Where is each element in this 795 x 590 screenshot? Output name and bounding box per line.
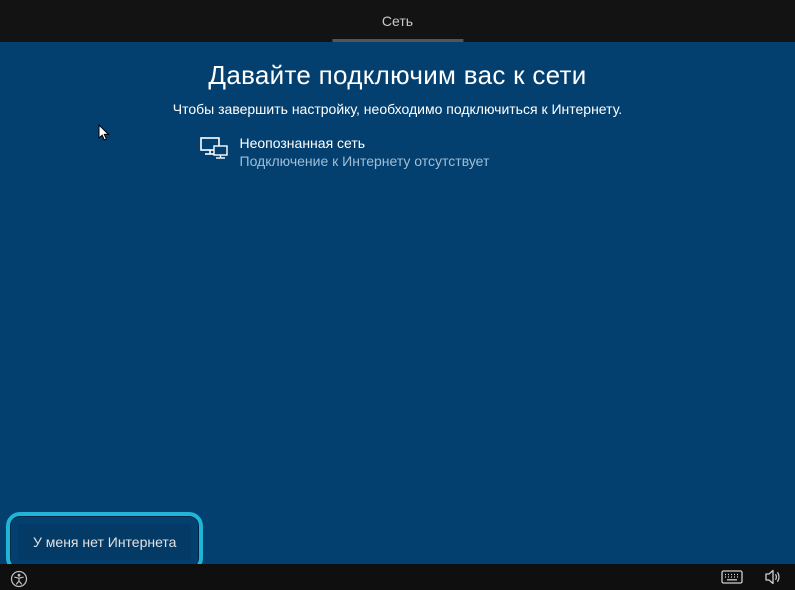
page-subtitle: Чтобы завершить настройку, необходимо по… <box>0 101 795 117</box>
tab-network[interactable]: Сеть <box>332 0 463 42</box>
network-name: Неопознанная сеть <box>240 135 668 151</box>
no-internet-button[interactable]: У меня нет Интернета <box>18 524 191 560</box>
network-status: Подключение к Интернету отсутствует <box>240 153 668 169</box>
page-title: Давайте подключим вас к сети <box>0 60 795 91</box>
network-item[interactable]: Неопознанная сеть Подключение к Интернет… <box>128 135 668 169</box>
no-internet-highlight: У меня нет Интернета <box>6 512 203 572</box>
tab-network-label: Сеть <box>382 13 413 29</box>
top-bar: Сеть <box>0 0 795 42</box>
network-text: Неопознанная сеть Подключение к Интернет… <box>240 135 668 169</box>
ease-of-access-button[interactable] <box>10 570 28 588</box>
keyboard-icon <box>721 570 743 584</box>
keyboard-button[interactable] <box>721 570 743 584</box>
ease-of-access-icon <box>10 570 28 588</box>
network-monitor-icon <box>200 137 228 161</box>
oobe-screen: Сеть Давайте подключим вас к сети Чтобы … <box>0 0 795 590</box>
volume-icon <box>765 569 783 585</box>
volume-button[interactable] <box>765 569 783 585</box>
taskbar <box>0 564 795 590</box>
mouse-cursor-icon <box>98 124 112 142</box>
main-content: Давайте подключим вас к сети Чтобы завер… <box>0 42 795 590</box>
